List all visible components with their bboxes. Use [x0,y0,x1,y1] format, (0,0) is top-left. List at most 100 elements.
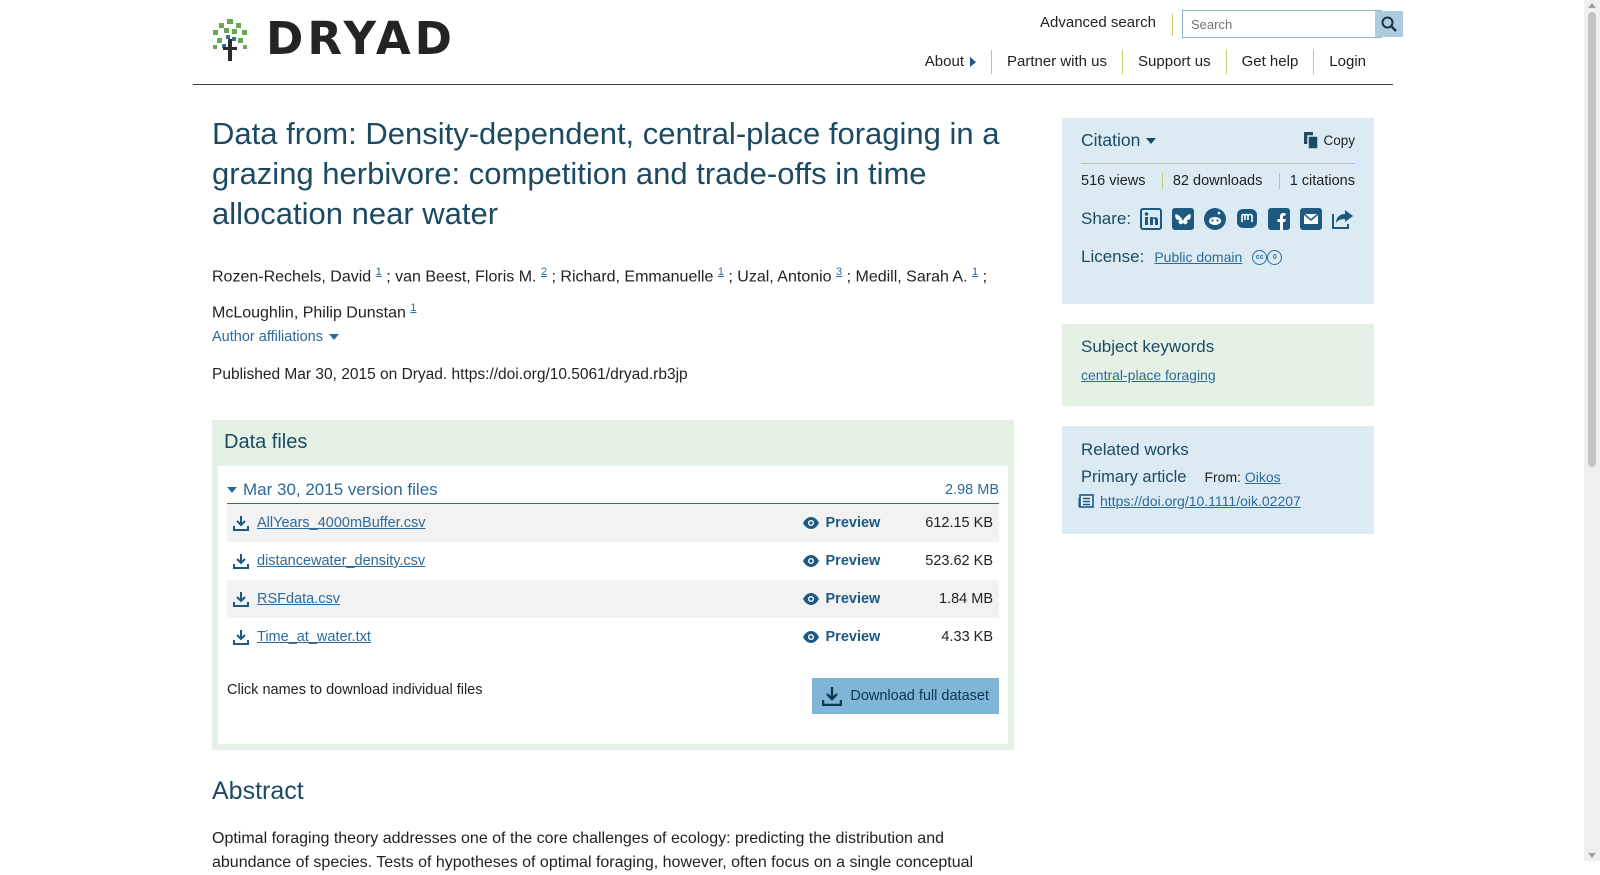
related-works-panel: Related works Primary article From: Oiko… [1062,426,1374,534]
download-icon [233,592,249,607]
file-name-cell: distancewater_density.csv [233,553,802,569]
scroll-down-icon[interactable] [1588,853,1596,858]
file-size: 523.62 KB [925,553,993,569]
version-label: Mar 30, 2015 version files [243,480,438,499]
search-box [1182,10,1403,38]
file-name-cell: RSFdata.csv [233,591,802,607]
file-download-link[interactable]: Time_at_water.txt [257,629,371,645]
affiliation-ref[interactable]: 1 [718,266,724,278]
citation-header: Citation Copy [1081,130,1355,151]
download-icon [233,516,249,531]
version-size: 2.98 MB [945,482,999,498]
keywords-heading: Subject keywords [1081,337,1215,356]
nav-login[interactable]: Login [1313,50,1381,74]
nav-about-label: About [924,53,964,70]
search-button[interactable] [1375,11,1403,37]
data-files-heading: Data files [224,431,308,453]
dataset-page: DRYAD Advanced search About Partner with… [0,0,1584,871]
author-name: Richard, Emmanuelle [560,268,714,286]
file-download-link[interactable]: AllYears_4000mBuffer.csv [257,515,425,531]
author-separator: ; [386,268,396,286]
mastodon-icon[interactable] [1235,207,1259,231]
views-count: 516 views [1081,173,1146,189]
share-icon[interactable] [1331,207,1355,231]
download-full-dataset-button[interactable]: Download full dataset [812,678,999,714]
related-works-heading: Related works [1081,440,1189,459]
copy-icon [1304,132,1319,149]
linkedin-icon[interactable] [1139,207,1163,231]
keyword-link[interactable]: central-place foraging [1081,367,1216,383]
nav-help[interactable]: Get help [1225,50,1314,74]
abstract-heading: Abstract [212,777,304,805]
downloads-count: 82 downloads [1161,173,1273,189]
file-name-cell: Time_at_water.txt [233,629,802,645]
file-download-link[interactable]: RSFdata.csv [257,591,340,607]
tree-logo-icon [213,18,247,61]
facebook-icon[interactable] [1267,207,1291,231]
affiliation-ref[interactable]: 1 [410,302,416,314]
preview-button[interactable]: Preview [802,629,911,645]
download-icon [822,687,843,706]
license-link[interactable]: Public domain [1154,249,1242,265]
citation-toggle[interactable]: Citation [1081,130,1157,151]
file-row: distancewater_density.csv Preview 523.62… [227,542,999,580]
logo-wordmark: DRYAD [266,12,457,65]
affiliations-label: Author affiliations [212,329,323,345]
preview-button[interactable]: Preview [802,553,911,569]
author-separator: ; [982,268,988,286]
cc-zero-icon: cc 0 [1252,249,1283,265]
related-item: Primary article From: Oikos [1081,468,1355,487]
citations-count: 1 citations [1278,173,1355,189]
eye-icon [802,517,819,529]
bluesky-icon[interactable] [1171,207,1195,231]
author-name: Uzal, Antonio [737,268,832,286]
related-doi: https://doi.org/10.1111/oik.02207 [1078,493,1355,509]
copy-citation-button[interactable]: Copy [1304,132,1355,149]
affiliation-ref[interactable]: 3 [836,266,842,278]
affiliation-ref[interactable]: 1 [376,266,382,278]
scroll-up-icon[interactable] [1588,3,1596,8]
data-files-panel: Data files Mar 30, 2015 version files 2.… [212,420,1014,750]
author-name: Rozen-Rechels, David [212,268,372,286]
advanced-search-link[interactable]: Advanced search [1040,14,1173,36]
download-icon [233,630,249,645]
nav-about[interactable]: About [910,50,991,74]
preview-button[interactable]: Preview [802,515,911,531]
data-files-body: Mar 30, 2015 version files 2.98 MB AllYe… [218,466,1008,744]
download-icon [233,554,249,569]
journal-link[interactable]: Oikos [1245,469,1281,485]
file-row: Time_at_water.txt Preview 4.33 KB [227,618,999,656]
affiliation-ref[interactable]: 1 [972,266,978,278]
dryad-logo[interactable]: DRYAD [212,16,456,61]
email-icon[interactable] [1299,207,1323,231]
share-row: Share: [1081,207,1355,231]
publication-info: Published Mar 30, 2015 on Dryad. https:/… [212,366,688,383]
citation-title: Citation [1081,130,1141,150]
file-name-cell: AllYears_4000mBuffer.csv [233,515,802,531]
page-scrollbar[interactable] [1584,0,1600,861]
caret-down-icon [227,487,237,493]
search-input[interactable] [1183,11,1375,37]
license-row: License: Public domain cc 0 [1081,247,1355,267]
reddit-icon[interactable] [1203,207,1227,231]
subject-keywords-panel: Subject keywords central-place foraging [1062,324,1374,406]
scrollbar-thumb[interactable] [1588,12,1596,467]
affiliation-ref[interactable]: 2 [541,266,547,278]
nav-support[interactable]: Support us [1122,50,1226,74]
version-toggle[interactable]: Mar 30, 2015 version files 2.98 MB [227,480,999,504]
related-doi-link[interactable]: https://doi.org/10.1111/oik.02207 [1100,493,1301,509]
search-icon [1381,16,1397,32]
caret-down-icon [1146,137,1157,144]
main-nav: About Partner with us Support us Get hel… [910,48,1381,76]
metrics-row: 516 views 82 downloads 1 citations [1081,163,1355,189]
file-size: 612.15 KB [925,515,993,531]
nav-partner[interactable]: Partner with us [990,50,1122,74]
from-label: From: [1204,469,1241,485]
preview-label: Preview [825,591,881,607]
abstract-text: Optimal foraging theory addresses one of… [212,830,974,871]
preview-button[interactable]: Preview [802,591,911,607]
author-affiliations-toggle[interactable]: Author affiliations [212,329,339,345]
preview-label: Preview [825,553,881,569]
header-divider [193,84,1393,85]
file-download-link[interactable]: distancewater_density.csv [257,553,425,569]
